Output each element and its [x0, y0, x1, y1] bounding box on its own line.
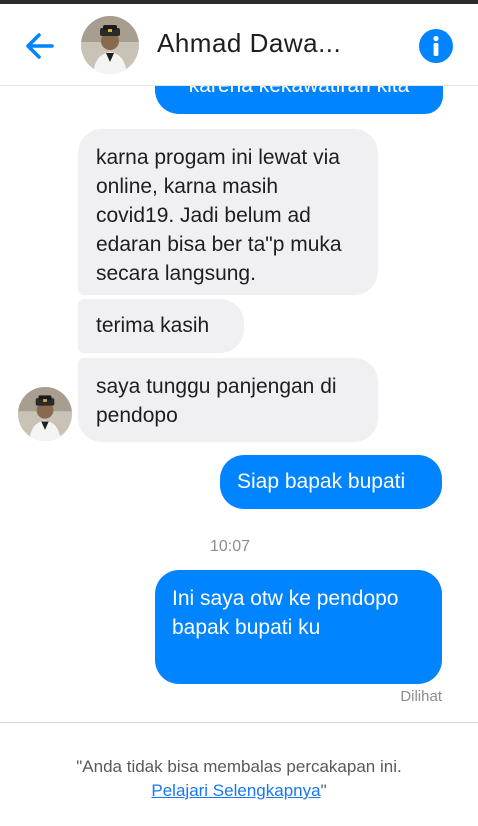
outgoing-message-partial[interactable]: karena kekawatiran kita — [155, 86, 443, 114]
back-button[interactable] — [20, 26, 60, 66]
incoming-message[interactable]: karna progam ini lewat via online, karna… — [78, 129, 378, 295]
outgoing-message[interactable]: Ini saya otw ke pendopo bapak bupati ku — [155, 570, 442, 684]
reply-disabled-notice: "Anda tidak bisa membalas percakapan ini… — [0, 755, 478, 803]
back-arrow-icon — [26, 33, 54, 59]
contact-photo — [81, 16, 139, 74]
notice-text: "Anda tidak bisa membalas percakapan ini… — [76, 757, 402, 776]
sender-photo — [18, 387, 72, 441]
sender-avatar — [18, 387, 72, 441]
info-icon — [419, 29, 453, 63]
message-timestamp: 10:07 — [209, 538, 251, 555]
seen-status: Dilihat — [400, 688, 442, 705]
contact-name[interactable]: Ahmad Dawa... — [157, 28, 341, 59]
learn-more-link[interactable]: Pelajari Selengkapnya — [151, 781, 320, 800]
contact-avatar[interactable] — [81, 16, 139, 74]
outgoing-message[interactable]: Siap bapak bupati — [220, 455, 442, 509]
reply-disabled-footer: "Anda tidak bisa membalas percakapan ini… — [0, 722, 478, 826]
incoming-message[interactable]: terima kasih — [78, 299, 244, 353]
chat-header: Ahmad Dawa... — [0, 4, 478, 86]
incoming-message[interactable]: saya tunggu panjengan di pendopo — [78, 358, 378, 442]
notice-closing-quote: " — [320, 781, 327, 800]
message-thread: karena kekawatiran kita karna progam ini… — [0, 86, 478, 722]
info-button[interactable] — [418, 28, 454, 64]
